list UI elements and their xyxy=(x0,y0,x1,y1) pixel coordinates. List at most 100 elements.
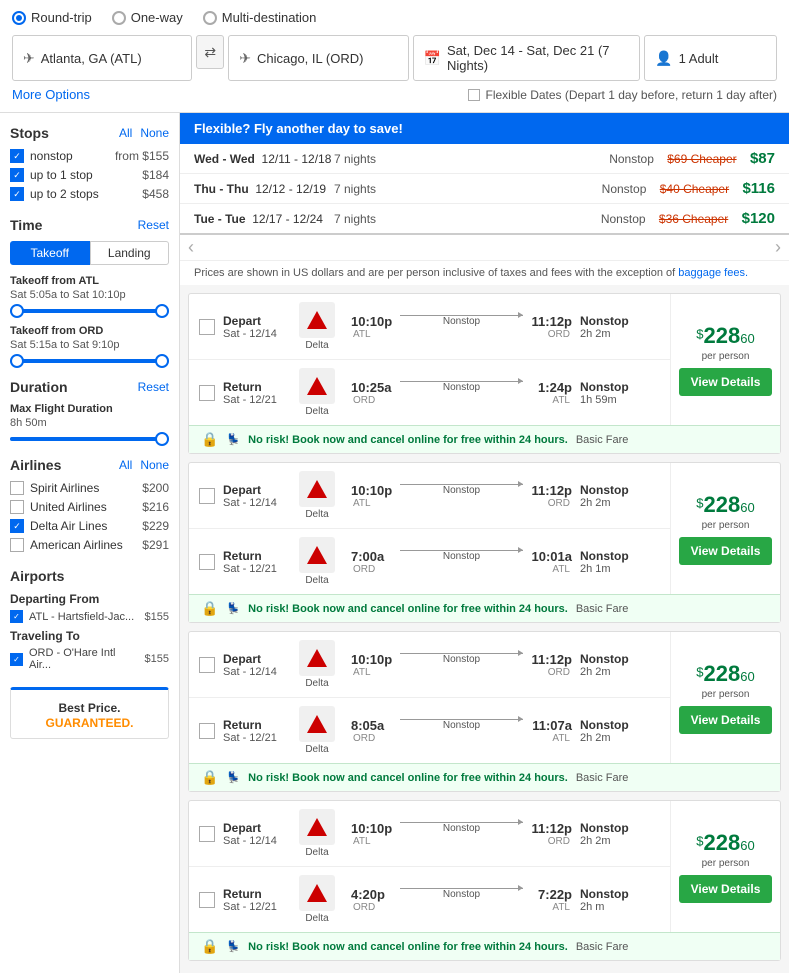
takeoff-atl-right-thumb[interactable] xyxy=(155,304,169,318)
seg-0-1-checkbox[interactable] xyxy=(199,385,215,401)
airline-delta-checkbox[interactable]: ✓ xyxy=(10,519,24,533)
date-field[interactable]: 📅 Sat, Dec 14 - Sat, Dec 21 (7 Nights) xyxy=(413,35,641,81)
takeoff-atl-track[interactable] xyxy=(10,309,169,313)
landing-tab[interactable]: Landing xyxy=(90,241,170,265)
flight-2-view-details-btn[interactable]: View Details xyxy=(679,706,772,734)
takeoff-atl-left-thumb[interactable] xyxy=(10,304,24,318)
stop-nonstop-checkbox[interactable]: ✓ xyxy=(10,149,24,163)
stops-none-link[interactable]: None xyxy=(140,126,169,140)
duration-track[interactable] xyxy=(10,437,169,441)
seg-0-0-times-row: 10:10p Nonstop 11:12p xyxy=(351,314,572,329)
flex-row-1[interactable]: Thu - Thu 12/12 - 12/19 7 nights Nonstop… xyxy=(180,174,789,204)
roundtrip-radio[interactable] xyxy=(12,11,26,25)
flight-card-1-segments-price: Depart Sat - 12/14 Delta 10:10p Nonstop xyxy=(189,463,780,594)
flex-row-2[interactable]: Tue - Tue 12/17 - 12/24 7 nights Nonstop… xyxy=(180,204,789,233)
stops-links: All None xyxy=(119,126,169,140)
trip-type-selector: Round-trip One-way Multi-destination xyxy=(12,10,777,25)
oneway-radio[interactable] xyxy=(112,11,126,25)
stop-1stop-checkbox[interactable]: ✓ xyxy=(10,168,24,182)
stops-header: Stops All None xyxy=(10,125,169,141)
seg-1-1-stop-info: Nonstop 2h 1m xyxy=(580,549,660,575)
flexible-dates-option[interactable]: Flexible Dates (Depart 1 day before, ret… xyxy=(468,88,777,102)
roundtrip-option[interactable]: Round-trip xyxy=(12,10,92,25)
seg-1-1-info: Return Sat - 12/21 xyxy=(223,549,283,575)
flight-3-segment-1: Return Sat - 12/21 Delta 4:20p Nonstop xyxy=(189,867,670,932)
origin-field[interactable]: ✈ Atlanta, GA (ATL) xyxy=(12,35,192,81)
seg-3-0-checkbox[interactable] xyxy=(199,826,215,842)
seg-3-0-line-bar xyxy=(400,822,523,823)
seg-2-0-depart-time: 10:10p xyxy=(351,652,396,667)
airline-united-row[interactable]: United Airlines $216 xyxy=(10,500,169,514)
seg-3-0-airports: ATL ORD xyxy=(351,836,572,847)
seg-3-1-airports: ORD ATL xyxy=(351,902,572,913)
seg-3-1-checkbox[interactable] xyxy=(199,892,215,908)
stop-2stop-row[interactable]: ✓ up to 2 stops $458 xyxy=(10,187,169,201)
delta-triangle-icon xyxy=(307,884,327,902)
airline-american-row[interactable]: American Airlines $291 xyxy=(10,538,169,552)
airline-spirit-checkbox[interactable] xyxy=(10,481,24,495)
takeoff-ord-left-thumb[interactable] xyxy=(10,354,24,368)
airlines-all-link[interactable]: All xyxy=(119,458,132,472)
flex-row-2-nights: 7 nights xyxy=(334,212,404,226)
passengers-field[interactable]: 👤 1 Adult xyxy=(644,35,777,81)
multidest-option[interactable]: Multi-destination xyxy=(203,10,317,25)
seg-2-0-arrive-time: 11:12p xyxy=(527,652,572,667)
seg-2-0-arrive-airport: ORD xyxy=(548,667,570,678)
flex-row-1-nights: 7 nights xyxy=(334,182,404,196)
flight-3-view-details-btn[interactable]: View Details xyxy=(679,875,772,903)
seg-1-1-checkbox[interactable] xyxy=(199,554,215,570)
flex-row-0-stop-label: Nonstop xyxy=(609,152,654,166)
seg-3-0-type: Depart xyxy=(223,821,283,835)
seg-2-1-depart-airport: ORD xyxy=(353,733,375,744)
seg-1-1-arrive-time: 10:01a xyxy=(527,549,572,564)
arriving-ord-checkbox[interactable]: ✓ xyxy=(10,653,23,666)
oneway-option[interactable]: One-way xyxy=(112,10,183,25)
airlines-none-link[interactable]: None xyxy=(140,458,169,472)
duration-title: Duration xyxy=(10,379,68,395)
flight-0-price-cents: 60 xyxy=(740,331,754,346)
seg-3-1-airline: Delta xyxy=(291,875,343,924)
flex-row-2-price: $120 xyxy=(742,210,775,227)
airline-american-checkbox[interactable] xyxy=(10,538,24,552)
seg-0-1-airline-name: Delta xyxy=(305,406,328,417)
arriving-ord-row[interactable]: ✓ ORD - O'Hare Intl Air... $155 xyxy=(10,647,169,671)
duration-fill xyxy=(10,437,169,441)
flexible-dates-checkbox[interactable] xyxy=(468,89,480,101)
flex-row-0[interactable]: Wed - Wed 12/11 - 12/18 7 nights Nonstop… xyxy=(180,144,789,174)
swap-button[interactable]: ⇄ xyxy=(196,35,224,69)
multidest-radio[interactable] xyxy=(203,11,217,25)
airline-delta-row[interactable]: ✓ Delta Air Lines $229 xyxy=(10,519,169,533)
airline-spirit-row[interactable]: Spirit Airlines $200 xyxy=(10,481,169,495)
stops-all-link[interactable]: All xyxy=(119,126,132,140)
flight-1-view-details-btn[interactable]: View Details xyxy=(679,537,772,565)
departing-atl-checkbox[interactable]: ✓ xyxy=(10,610,23,623)
flight-0-view-details-btn[interactable]: View Details xyxy=(679,368,772,396)
seg-1-0-stop-info: Nonstop 2h 2m xyxy=(580,483,660,509)
seg-1-0-date: Sat - 12/14 xyxy=(223,497,283,509)
departing-atl-row[interactable]: ✓ ATL - Hartsfield-Jac... $155 xyxy=(10,610,169,623)
seg-0-0-checkbox[interactable] xyxy=(199,319,215,335)
seg-1-0-checkbox[interactable] xyxy=(199,488,215,504)
flex-banner: Flexible? Fly another day to save! xyxy=(180,113,789,144)
takeoff-ord-track[interactable] xyxy=(10,359,169,363)
duration-thumb[interactable] xyxy=(155,432,169,446)
stop-2stop-checkbox[interactable]: ✓ xyxy=(10,187,24,201)
flight-0-segment-1: Return Sat - 12/21 Delta 10:25a Nonstop xyxy=(189,360,670,425)
baggage-fees-link[interactable]: baggage fees. xyxy=(678,267,748,279)
time-reset-link[interactable]: Reset xyxy=(138,218,169,232)
seg-0-1-logo xyxy=(299,368,335,404)
seg-0-0-arrive-airport: ORD xyxy=(548,329,570,340)
seg-3-0-stop-label: Nonstop xyxy=(580,821,660,835)
seg-2-0-checkbox[interactable] xyxy=(199,657,215,673)
duration-reset-link[interactable]: Reset xyxy=(138,380,169,394)
more-options-link[interactable]: More Options xyxy=(12,87,90,102)
seg-2-1-checkbox[interactable] xyxy=(199,723,215,739)
destination-field[interactable]: ✈ Chicago, IL (ORD) xyxy=(228,35,408,81)
flight-0-per-person: per person xyxy=(702,351,750,362)
seg-0-0-duration: 2h 2m xyxy=(580,328,660,340)
takeoff-ord-right-thumb[interactable] xyxy=(155,354,169,368)
stop-nonstop-row[interactable]: ✓ nonstop from $155 xyxy=(10,149,169,163)
takeoff-tab[interactable]: Takeoff xyxy=(10,241,90,265)
stop-1stop-row[interactable]: ✓ up to 1 stop $184 xyxy=(10,168,169,182)
airline-united-checkbox[interactable] xyxy=(10,500,24,514)
